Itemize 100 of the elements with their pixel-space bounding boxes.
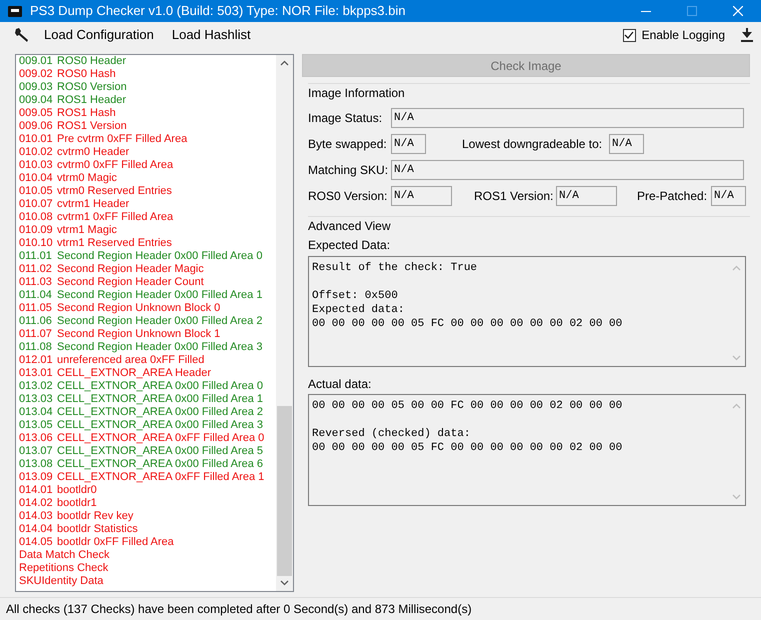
- check-code[interactable]: 010.09: [19, 224, 57, 237]
- check-code[interactable]: 009.01: [19, 55, 57, 68]
- check-code[interactable]: 014.04: [19, 523, 57, 536]
- check-code[interactable]: 011.07: [19, 328, 57, 341]
- check-label[interactable]: cvtrm1 Header: [57, 198, 130, 211]
- check-code[interactable]: 013.05: [19, 419, 57, 432]
- check-label[interactable]: vtrm1 Reserved Entries: [57, 237, 172, 250]
- check-code[interactable]: 013.02: [19, 380, 57, 393]
- pre-patched-field[interactable]: N/A: [711, 186, 746, 206]
- check-code[interactable]: 013.06: [19, 432, 57, 445]
- check-label[interactable]: cvtrm0 Header: [57, 146, 130, 159]
- check-code[interactable]: 009.03: [19, 81, 57, 94]
- check-code[interactable]: 011.02: [19, 263, 57, 276]
- check-code[interactable]: 011.01: [19, 250, 57, 263]
- check-label[interactable]: SKUIdentity Data: [19, 575, 104, 588]
- check-label[interactable]: cvtrm0 0xFF Filled Area: [57, 159, 174, 172]
- scrollbar[interactable]: [276, 55, 293, 591]
- check-label[interactable]: Second Region Header 0x00 Filled Area 0: [57, 250, 262, 263]
- check-label[interactable]: Second Region Unknown Block 1: [57, 328, 220, 341]
- lowest-downgradeable-field[interactable]: N/A: [609, 134, 644, 154]
- menu-item[interactable]: Load Configuration: [38, 25, 160, 45]
- check-label[interactable]: ROS0 Header: [57, 55, 126, 68]
- check-label[interactable]: CELL_EXTNOR_AREA 0x00 Filled Area 6: [57, 458, 264, 471]
- window-title: PS3 Dump Checker v1.0 (Build: 503) Type: NOR File: bkpps3.bin: [30, 2, 406, 20]
- download-icon[interactable]: [741, 28, 753, 42]
- check-label[interactable]: Second Region Header Count: [57, 276, 204, 289]
- check-label[interactable]: ROS1 Hash: [57, 107, 116, 120]
- check-label[interactable]: ROS1 Version: [57, 120, 127, 133]
- check-code[interactable]: 009.05: [19, 107, 57, 120]
- matching-sku-field[interactable]: N/A: [391, 160, 744, 180]
- check-label[interactable]: Data Match Check: [19, 549, 110, 562]
- check-label[interactable]: unreferenced area 0xFF Filled: [57, 354, 204, 367]
- check-code[interactable]: 011.03: [19, 276, 57, 289]
- check-code[interactable]: 013.09: [19, 471, 57, 484]
- check-code[interactable]: 012.01: [19, 354, 57, 367]
- check-label[interactable]: vtrm0 Reserved Entries: [57, 185, 172, 198]
- check-label[interactable]: cvtrm1 0xFF Filled Area: [57, 211, 174, 224]
- check-code[interactable]: 014.02: [19, 497, 57, 510]
- check-code[interactable]: 009.04: [19, 94, 57, 107]
- check-label[interactable]: Second Region Header 0x00 Filled Area 3: [57, 341, 262, 354]
- check-code[interactable]: 011.08: [19, 341, 57, 354]
- check-code[interactable]: 010.07: [19, 198, 57, 211]
- check-label[interactable]: Repetitions Check: [19, 562, 108, 575]
- check-label[interactable]: CELL_EXTNOR_AREA Header: [57, 367, 212, 380]
- byte-swapped-field[interactable]: N/A: [391, 134, 426, 154]
- checkbox[interactable]: [622, 28, 636, 42]
- check-label[interactable]: CELL_EXTNOR_AREA 0xFF Filled Area 0: [57, 432, 264, 445]
- check-label[interactable]: CELL_EXTNOR_AREA 0x00 Filled Area 5: [57, 445, 264, 458]
- scroll-up-icon[interactable]: [280, 60, 289, 66]
- field-label: Image Status:: [308, 110, 384, 127]
- check-code[interactable]: 010.10: [19, 237, 57, 250]
- check-label[interactable]: bootldr Statistics: [57, 523, 138, 536]
- image-status-field[interactable]: N/A: [391, 108, 744, 128]
- check-label[interactable]: Second Region Header Magic: [57, 263, 204, 276]
- check-label[interactable]: Second Region Unknown Block 0: [57, 302, 220, 315]
- ros1-version-field[interactable]: N/A: [556, 186, 617, 206]
- check-code[interactable]: 010.08: [19, 211, 57, 224]
- wrench-icon[interactable]: [14, 27, 30, 43]
- check-code[interactable]: 013.03: [19, 393, 57, 406]
- check-label[interactable]: CELL_EXTNOR_AREA 0x00 Filled Area 1: [57, 393, 264, 406]
- check-label[interactable]: ROS1 Header: [57, 94, 126, 107]
- check-label[interactable]: Pre cvtrm 0xFF Filled Area: [57, 133, 188, 146]
- scrollbar-thumb[interactable]: [277, 406, 292, 576]
- scroll-down-icon[interactable]: [280, 580, 289, 586]
- check-label[interactable]: CELL_EXTNOR_AREA 0x00 Filled Area 3: [57, 419, 264, 432]
- check-code[interactable]: 010.03: [19, 159, 57, 172]
- check-label[interactable]: Second Region Header 0x00 Filled Area 2: [57, 315, 262, 328]
- check-code[interactable]: 010.04: [19, 172, 57, 185]
- check-code[interactable]: 013.08: [19, 458, 57, 471]
- check-code[interactable]: 013.01: [19, 367, 57, 380]
- menu-item[interactable]: Load Hashlist: [166, 25, 257, 45]
- check-label[interactable]: bootldr Rev key: [57, 510, 134, 523]
- check-label[interactable]: bootldr0: [57, 484, 97, 497]
- check-code[interactable]: 010.05: [19, 185, 57, 198]
- check-code[interactable]: 014.01: [19, 484, 57, 497]
- check-code[interactable]: 014.05: [19, 536, 57, 549]
- check-label[interactable]: bootldr1: [57, 497, 97, 510]
- check-label[interactable]: bootldr 0xFF Filled Area: [57, 536, 174, 549]
- check-code[interactable]: 011.05: [19, 302, 57, 315]
- check-code[interactable]: 009.02: [19, 68, 57, 81]
- ros0-version-field[interactable]: N/A: [391, 186, 452, 206]
- check-code[interactable]: 014.03: [19, 510, 57, 523]
- check-label[interactable]: CELL_EXTNOR_AREA 0x00 Filled Area 0: [57, 380, 264, 393]
- text-content: Result of the check: True Offset: 0x500 Expected data: 00 00 00 00 00 05 FC 00 00 00 00 00 00 02 00 00: [311, 261, 624, 332]
- check-code[interactable]: 010.02: [19, 146, 57, 159]
- check-code[interactable]: 013.04: [19, 406, 57, 419]
- check-image-button[interactable]: Check Image: [302, 54, 750, 77]
- check-code[interactable]: 013.07: [19, 445, 57, 458]
- checkbox-label: Enable Logging: [642, 27, 725, 44]
- check-code[interactable]: 009.06: [19, 120, 57, 133]
- check-code[interactable]: 010.01: [19, 133, 57, 146]
- check-label[interactable]: ROS0 Hash: [57, 68, 116, 81]
- check-code[interactable]: 011.04: [19, 289, 57, 302]
- check-label[interactable]: CELL_EXTNOR_AREA 0x00 Filled Area 2: [57, 406, 264, 419]
- check-label[interactable]: ROS0 Version: [57, 81, 127, 94]
- check-label[interactable]: Second Region Header 0x00 Filled Area 1: [57, 289, 262, 302]
- check-label[interactable]: CELL_EXTNOR_AREA 0xFF Filled Area 1: [57, 471, 264, 484]
- check-label[interactable]: vtrm0 Magic: [57, 172, 117, 185]
- check-code[interactable]: 011.06: [19, 315, 57, 328]
- check-label[interactable]: vtrm1 Magic: [57, 224, 117, 237]
